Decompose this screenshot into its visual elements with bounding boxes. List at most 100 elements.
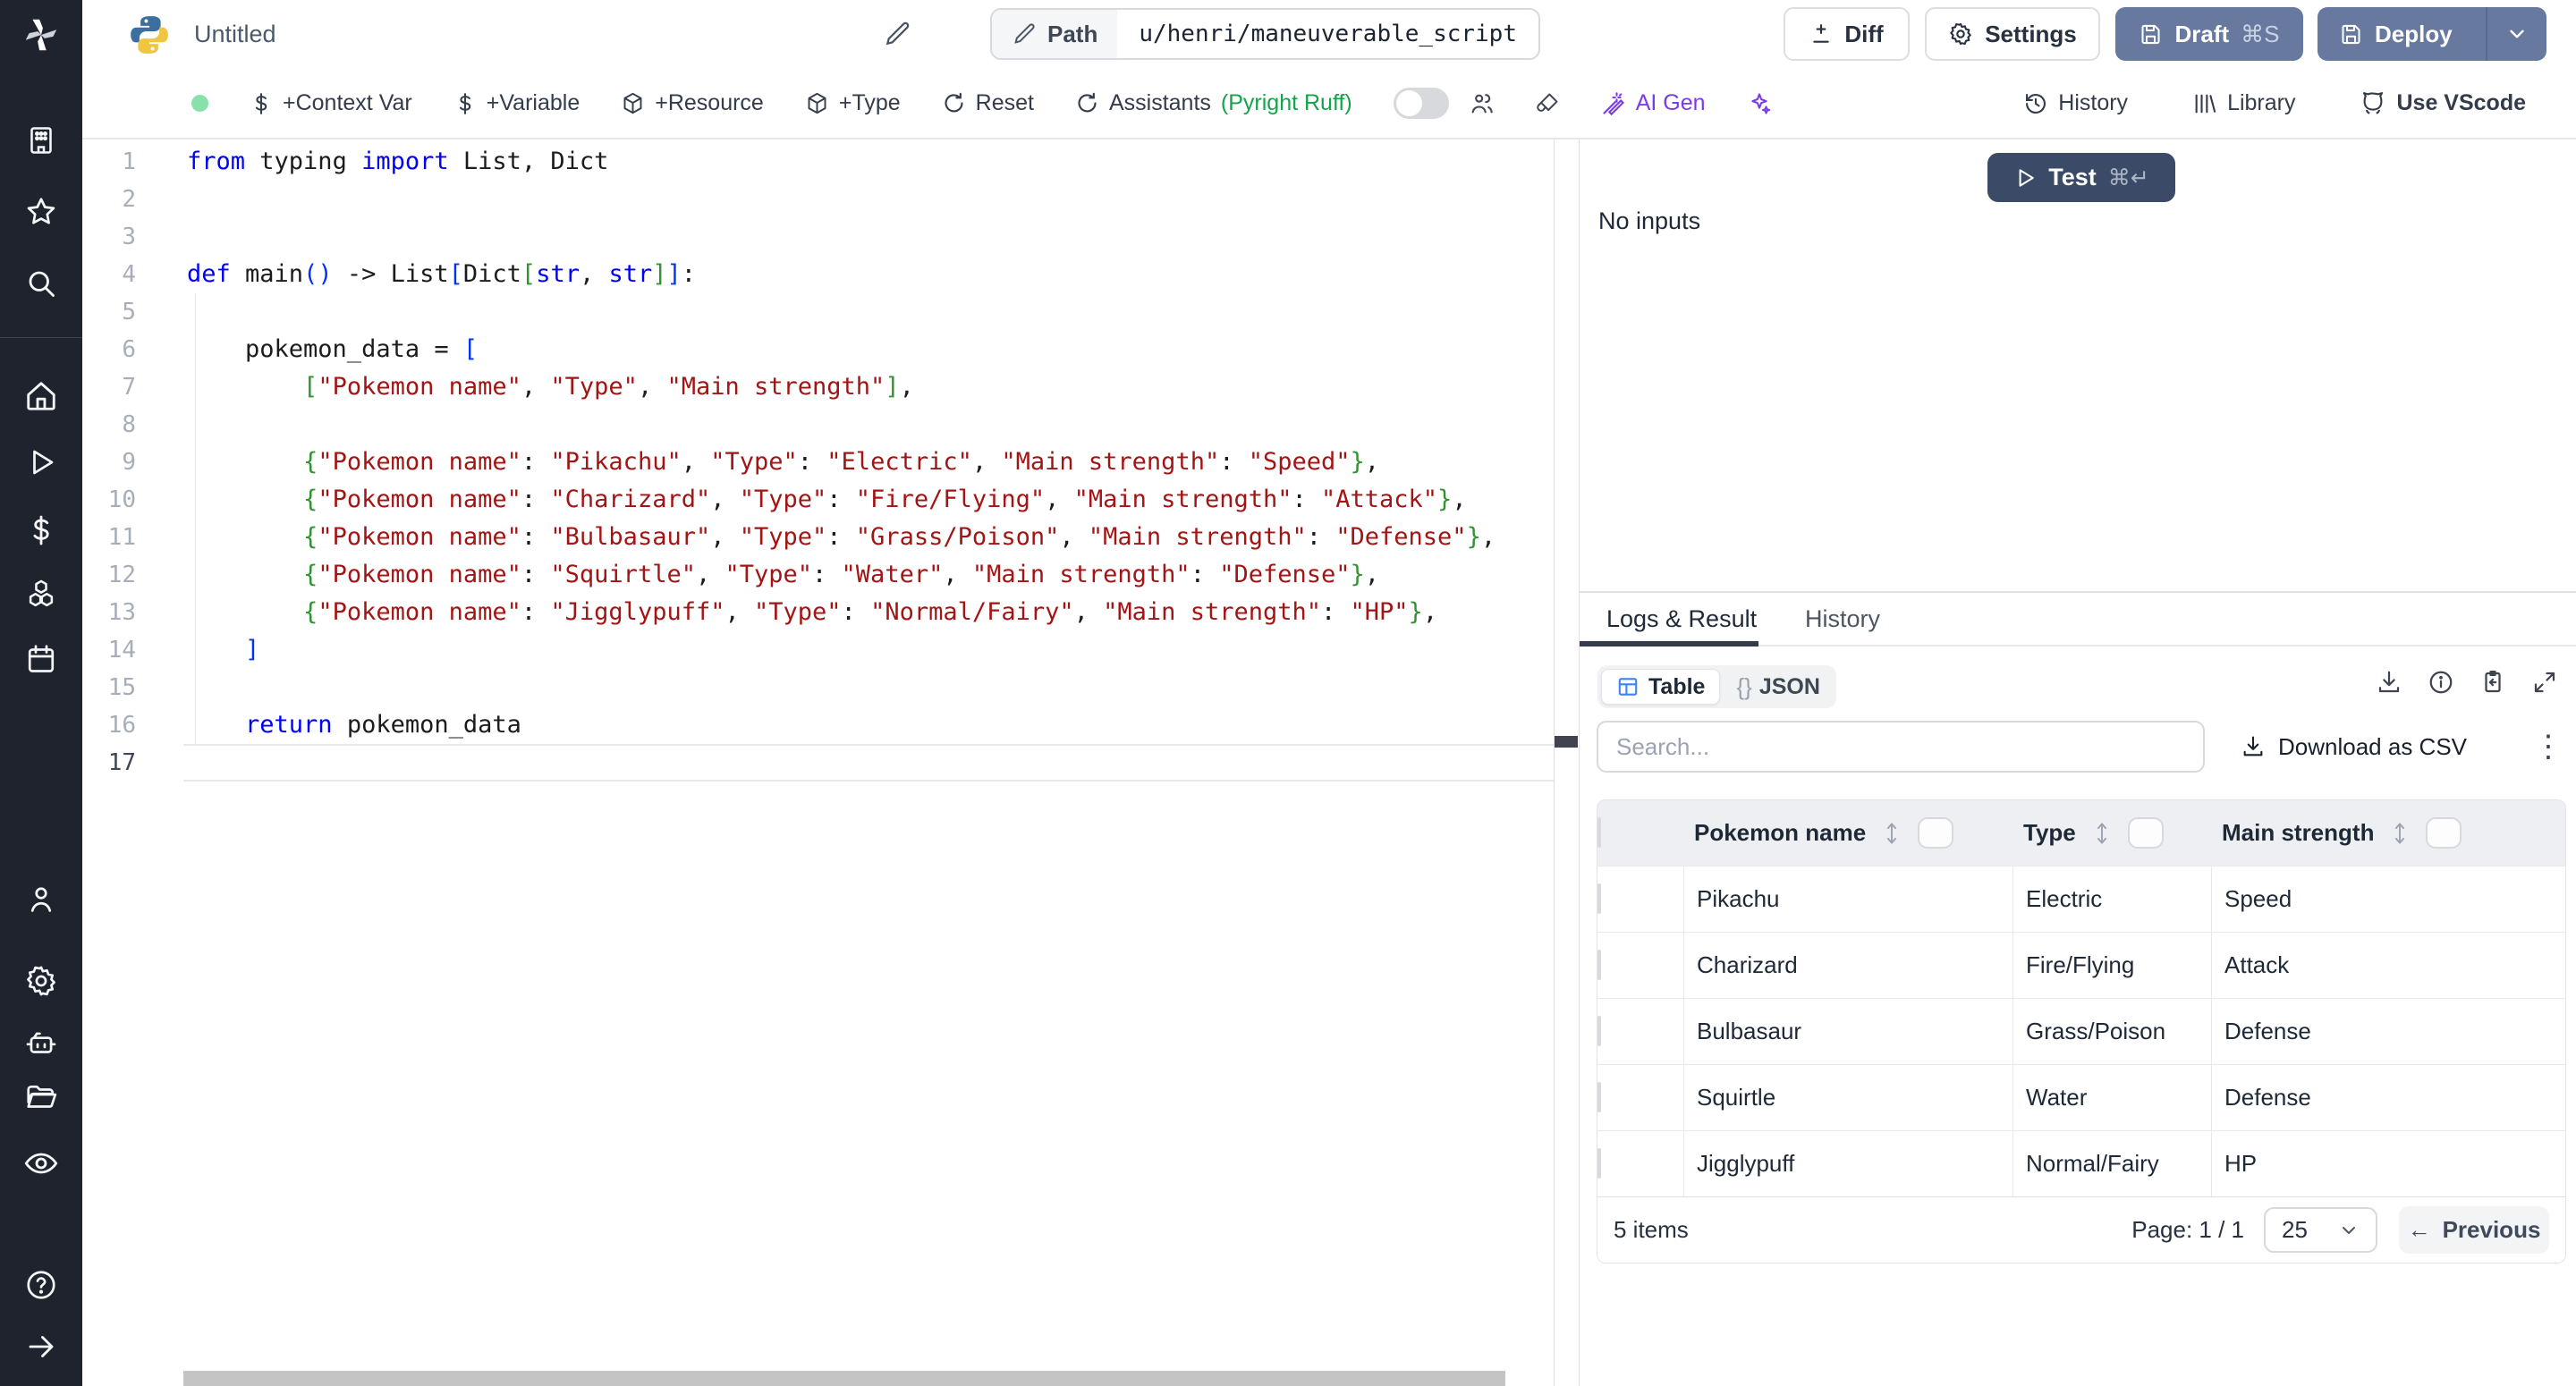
windmill-logo[interactable] [0,0,82,69]
table-cell: Normal/Fairy [2012,1131,2211,1196]
variables-dollar-icon[interactable] [0,505,82,555]
sort-icon[interactable] [2390,822,2410,845]
code-line[interactable]: ] [187,631,1554,669]
workers-robot-icon[interactable] [0,1018,82,1069]
code-line[interactable]: {"Pokemon name": "Squirtle", "Type": "Wa… [187,556,1554,594]
column-filter-toggle[interactable] [2426,817,2462,849]
code-line[interactable]: def main() -> List[Dict[str, str]]: [187,256,1554,293]
code-editor[interactable]: 1234567891011121314151617 from typing im… [82,139,1554,1386]
code-line[interactable] [187,218,1554,256]
tab-logs-result[interactable]: Logs & Result [1606,593,1757,645]
library-button[interactable]: Library [2192,90,2295,116]
library-icon [2192,91,2217,116]
table-cell: Squirtle [1683,1065,2012,1130]
table-menu-kebab[interactable]: ⋮ [2533,731,2563,762]
panel-resize-handle[interactable] [1555,736,1578,748]
workspace-icon[interactable] [0,115,82,165]
code-content[interactable]: from typing import List, Dict def main() … [187,143,1554,782]
home-icon[interactable] [0,371,82,421]
user-icon[interactable] [0,874,82,924]
row-checkbox[interactable] [1597,883,1601,914]
use-vscode-button[interactable]: Use VScode [2360,90,2526,117]
table-row[interactable]: BulbasaurGrass/PoisonDefense [1597,998,2565,1064]
line-number: 13 [82,594,136,631]
info-icon[interactable] [2428,669,2454,696]
code-line[interactable]: pokemon_data = [ [187,331,1554,368]
row-checkbox[interactable] [1597,1016,1601,1046]
table-body: PikachuElectricSpeedCharizardFire/Flying… [1597,866,2565,1196]
runs-play-icon[interactable] [0,437,82,487]
add-variable-button[interactable]: +Variable [453,90,580,116]
test-run-button[interactable]: Test ⌘↵ [1987,153,2175,202]
schedules-calendar-icon[interactable] [0,634,82,684]
panel-divider[interactable] [1554,139,1580,1386]
code-line[interactable]: {"Pokemon name": "Jigglypuff", "Type": "… [187,594,1554,631]
column-filter-toggle[interactable] [1918,817,1953,849]
table-row[interactable]: PikachuElectricSpeed [1597,866,2565,932]
search-input[interactable] [1597,721,2205,773]
row-checkbox[interactable] [1597,1082,1601,1112]
sort-icon[interactable] [2092,822,2112,845]
download-csv-button[interactable]: Download as CSV [2241,733,2467,761]
code-line[interactable] [187,669,1554,706]
collab-toggle[interactable] [1394,88,1449,119]
deploy-options-chevron[interactable] [2486,7,2546,61]
reset-button[interactable]: Reset [942,90,1034,116]
code-line[interactable] [187,181,1554,218]
assistants-button[interactable]: Assistants (Pyright Ruff) [1075,90,1352,116]
diff-button[interactable]: Diff [1784,7,1910,61]
path-label: Path [1047,21,1097,48]
code-line[interactable]: ["Pokemon name", "Type", "Main strength"… [187,368,1554,406]
expand-sidebar-arrow-icon[interactable] [0,1322,82,1372]
download-result-icon[interactable] [2376,669,2402,696]
history-button[interactable]: History [2023,90,2128,116]
help-icon[interactable] [0,1260,82,1310]
path-value[interactable]: u/henri/maneuverable_script [1117,10,1538,58]
table-row[interactable]: SquirtleWaterDefense [1597,1064,2565,1130]
audit-eye-icon[interactable] [0,1138,82,1188]
search-icon[interactable] [0,258,82,308]
code-line[interactable]: return pokemon_data [187,706,1554,744]
deploy-button[interactable]: Deploy [2318,7,2474,61]
multiplayer-users-icon[interactable] [1469,91,1494,116]
tab-history[interactable]: History [1805,593,1880,645]
code-line[interactable]: {"Pokemon name": "Pikachu", "Type": "Ele… [187,444,1554,481]
settings-button[interactable]: Settings [1925,7,2100,61]
settings-gear-icon[interactable] [0,956,82,1006]
table-row[interactable]: JigglypuffNormal/FairyHP [1597,1130,2565,1196]
previous-page-button[interactable]: ← Previous [2399,1206,2549,1254]
select-all-checkbox[interactable] [1597,817,1601,848]
code-line[interactable]: {"Pokemon name": "Charizard", "Type": "F… [187,481,1554,519]
format-brush-icon[interactable] [1535,91,1560,116]
code-line[interactable] [187,744,1554,782]
folders-icon[interactable] [0,1073,82,1123]
table-cell: Defense [2211,999,2565,1064]
view-table-option[interactable]: Table [1601,669,1720,705]
code-line[interactable]: {"Pokemon name": "Bulbasaur", "Type": "G… [187,519,1554,556]
add-context-var-button[interactable]: +Context Var [250,90,412,116]
draft-button[interactable]: Draft ⌘S [2115,7,2303,61]
code-line[interactable] [187,293,1554,331]
row-checkbox[interactable] [1597,950,1601,980]
path-field[interactable]: Path u/henri/maneuverable_script [990,8,1540,60]
edit-title-pencil-icon[interactable] [883,20,911,48]
code-line[interactable]: from typing import List, Dict [187,143,1554,181]
add-resource-button[interactable]: +Resource [621,90,764,116]
script-title[interactable]: Untitled [194,0,276,69]
copy-result-icon[interactable] [2479,669,2506,696]
favorites-star-icon[interactable] [0,187,82,237]
horizontal-scrollbar[interactable] [183,1371,1505,1386]
ai-gen-button[interactable]: AI Gen [1601,90,1706,116]
sparkles-icon[interactable] [1747,91,1772,116]
column-filter-toggle[interactable] [2128,817,2164,849]
row-checkbox[interactable] [1597,1148,1601,1179]
resources-cubes-icon[interactable] [0,570,82,620]
view-json-option[interactable]: {} JSON [1724,669,1832,705]
sort-icon[interactable] [1882,822,1902,845]
table-cell: Attack [2211,933,2565,998]
code-line[interactable] [187,406,1554,444]
page-size-select[interactable]: 25 [2264,1207,2377,1253]
table-row[interactable]: CharizardFire/FlyingAttack [1597,932,2565,998]
expand-fullscreen-icon[interactable] [2531,669,2558,696]
add-type-button[interactable]: +Type [805,90,901,116]
